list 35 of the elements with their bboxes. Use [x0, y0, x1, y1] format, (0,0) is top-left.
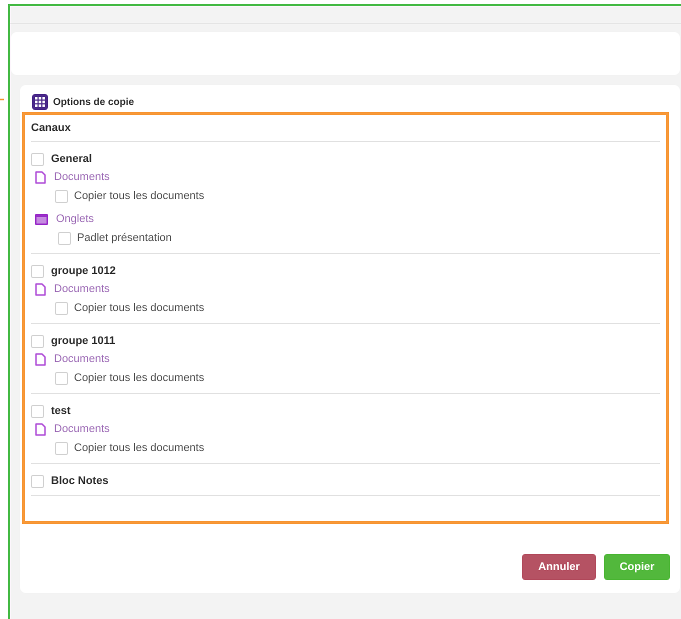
checkbox[interactable]	[31, 474, 44, 488]
checkbox[interactable]	[55, 372, 68, 384]
group-label: Onglets	[56, 212, 94, 227]
channel-name: General	[51, 152, 92, 167]
option-label: Copier tous les documents	[74, 440, 204, 456]
channel-name: test	[51, 404, 71, 419]
checkbox[interactable]	[55, 302, 68, 314]
channels-heading: Canaux	[31, 120, 71, 136]
document-icon	[35, 352, 46, 366]
checkbox[interactable]	[55, 190, 68, 202]
cancel-button[interactable]: Annuler	[522, 554, 596, 580]
grid-icon	[32, 94, 48, 110]
checkbox[interactable]	[31, 264, 44, 278]
option-label: Copier tous les documents	[74, 188, 204, 204]
checkbox[interactable]	[58, 232, 71, 244]
document-icon	[35, 422, 46, 436]
group-label: Documents	[54, 170, 110, 185]
checkbox[interactable]	[55, 442, 68, 454]
document-icon	[35, 170, 46, 184]
group-label: Documents	[54, 422, 110, 437]
group-label: Documents	[54, 282, 110, 297]
option-label: Padlet présentation	[77, 230, 172, 246]
channel-name: groupe 1011	[51, 334, 116, 349]
copy-button[interactable]: Copier	[604, 554, 670, 580]
option-label: Copier tous les documents	[74, 300, 204, 316]
channel-name: groupe 1012	[51, 264, 116, 279]
channel-name: Bloc Notes	[51, 474, 108, 489]
checkbox[interactable]	[31, 334, 44, 348]
group-label: Documents	[54, 352, 110, 367]
document-icon	[35, 282, 46, 296]
tab-icon	[35, 214, 48, 224]
section-title: Options de copie	[53, 96, 134, 110]
checkbox[interactable]	[31, 152, 44, 166]
checkbox[interactable]	[31, 404, 44, 418]
option-label: Copier tous les documents	[74, 370, 204, 386]
